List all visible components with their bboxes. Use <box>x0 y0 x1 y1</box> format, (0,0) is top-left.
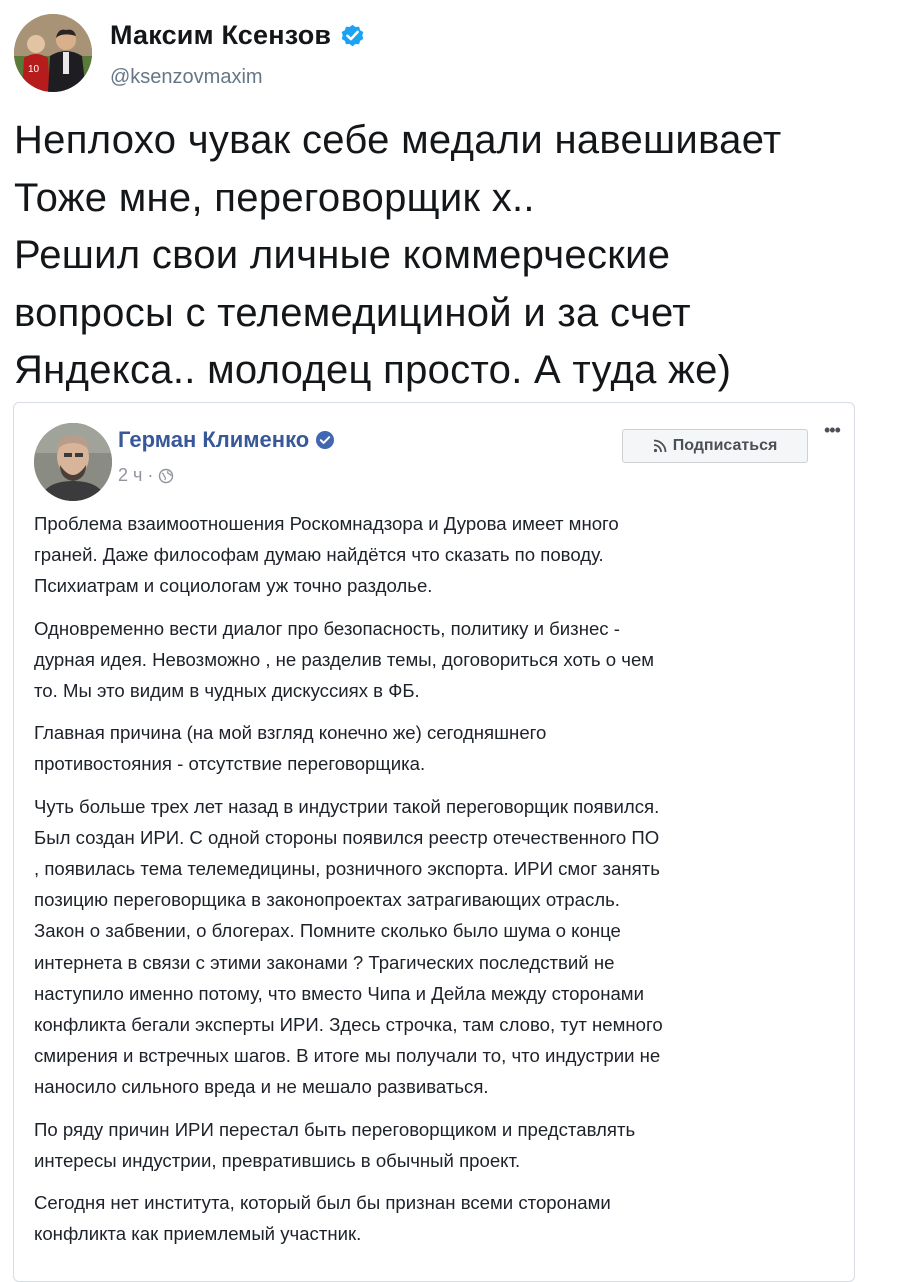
embedded-post-card: Герман Клименко 2 ч · Подписаться ••• Пр… <box>13 402 855 1282</box>
post-author-name-row: Герман Клименко <box>118 427 335 453</box>
post-paragraph: Чуть больше трех лет назад в индустрии т… <box>34 795 663 1098</box>
more-options-icon[interactable]: ••• <box>824 421 848 439</box>
post-paragraph: По ряду причин ИРИ перестал быть перегов… <box>34 1118 636 1171</box>
tweet-header: 10 Максим Ксензов @ksenzovmaxim <box>14 14 904 94</box>
post-meta: 2 ч · <box>118 465 174 486</box>
post-author-name[interactable]: Герман Клименко <box>118 427 309 453</box>
post-body: Проблема взаимоотношения Роскомнадзора и… <box>34 508 844 1260</box>
subscribe-label: Подписаться <box>672 437 778 454</box>
rss-icon <box>653 439 667 453</box>
post-author-avatar[interactable] <box>34 423 112 501</box>
author-name-row: Максим Ксензов <box>110 20 366 51</box>
verified-badge-icon <box>339 22 366 49</box>
globe-icon <box>158 468 174 484</box>
verified-badge-icon <box>315 430 335 450</box>
author-name[interactable]: Максим Ксензов <box>110 20 331 51</box>
post-paragraph: Сегодня нет института, который был бы пр… <box>34 1192 611 1245</box>
post-paragraph: Главная причина (на мой взгляд конечно ж… <box>34 722 547 775</box>
author-handle[interactable]: @ksenzovmaxim <box>110 66 263 89</box>
author-avatar[interactable]: 10 <box>14 14 92 92</box>
svg-text:10: 10 <box>28 64 40 75</box>
post-time[interactable]: 2 ч · <box>118 465 153 486</box>
tweet-text: Неплохо чувак себе медали навешивает Тож… <box>14 118 782 392</box>
post-paragraph: Одновременно вести диалог про безопаснос… <box>34 617 655 702</box>
subscribe-button[interactable]: Подписаться <box>622 429 808 463</box>
post-paragraph: Проблема взаимоотношения Роскомнадзора и… <box>34 513 619 597</box>
